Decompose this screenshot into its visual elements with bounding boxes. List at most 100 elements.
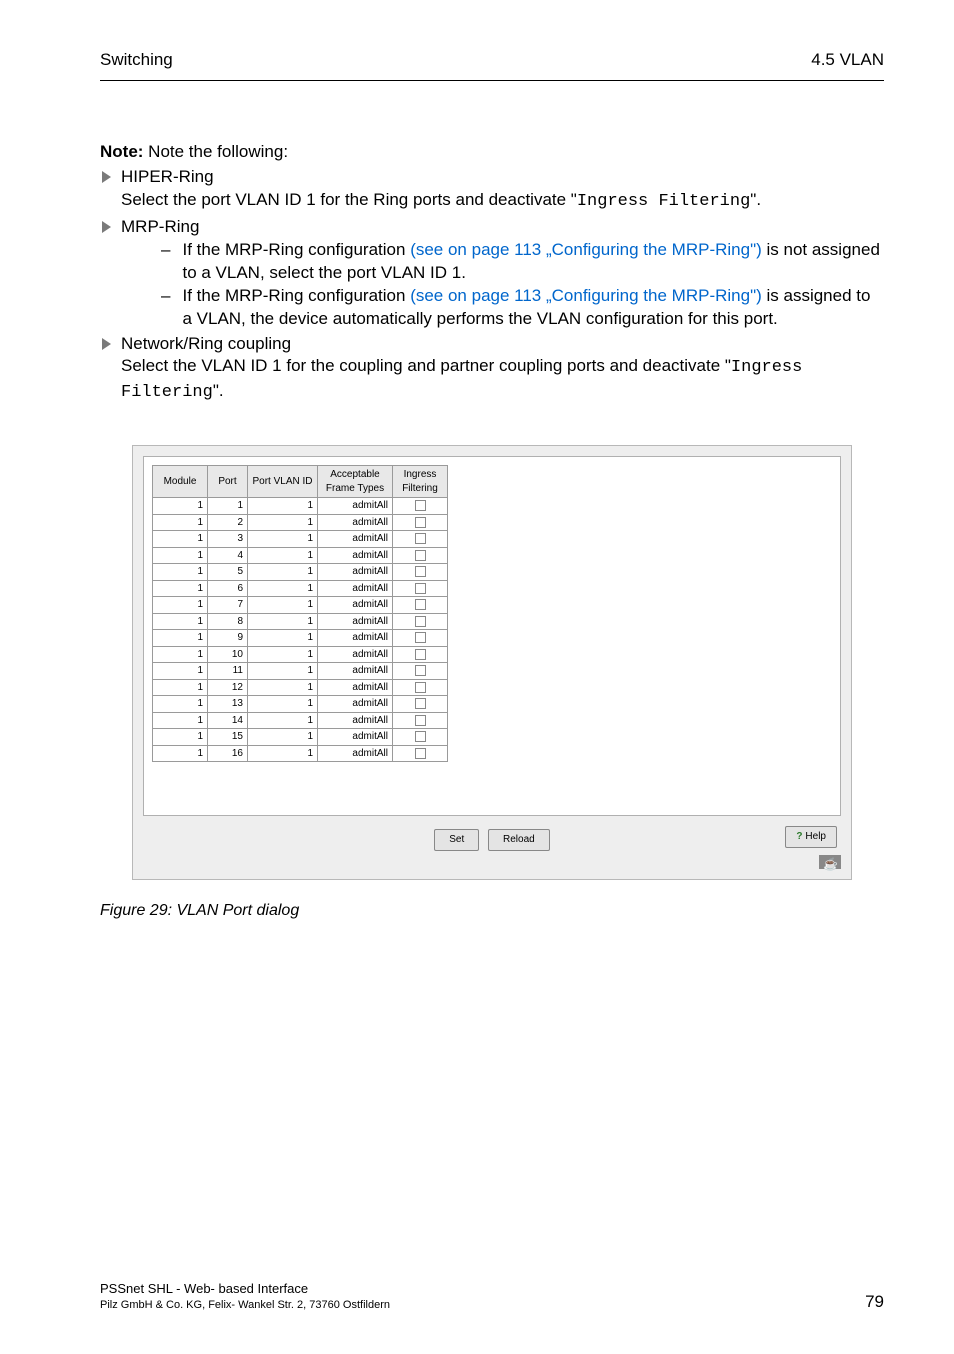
checkbox-icon[interactable] — [415, 533, 426, 544]
cell-frame-types[interactable]: admitAll — [318, 498, 393, 515]
cell-port[interactable]: 10 — [208, 646, 248, 663]
cell-module[interactable]: 1 — [153, 580, 208, 597]
cell-pvid[interactable]: 1 — [248, 514, 318, 531]
cell-module[interactable]: 1 — [153, 646, 208, 663]
cell-ingress-filtering[interactable] — [393, 679, 448, 696]
cell-pvid[interactable]: 1 — [248, 564, 318, 581]
link-mrp-1[interactable]: (see on page 113 „Configuring the MRP-Ri… — [410, 240, 762, 259]
cell-port[interactable]: 1 — [208, 498, 248, 515]
cell-frame-types[interactable]: admitAll — [318, 679, 393, 696]
cell-pvid[interactable]: 1 — [248, 646, 318, 663]
table-row[interactable]: 1121admitAll — [153, 679, 448, 696]
checkbox-icon[interactable] — [415, 748, 426, 759]
cell-port[interactable]: 5 — [208, 564, 248, 581]
cell-pvid[interactable]: 1 — [248, 729, 318, 746]
reload-button[interactable]: Reload — [488, 829, 550, 851]
cell-frame-types[interactable]: admitAll — [318, 531, 393, 548]
table-row[interactable]: 121admitAll — [153, 514, 448, 531]
cell-pvid[interactable]: 1 — [248, 630, 318, 647]
table-row[interactable]: 161admitAll — [153, 580, 448, 597]
cell-pvid[interactable]: 1 — [248, 597, 318, 614]
cell-module[interactable]: 1 — [153, 745, 208, 762]
table-row[interactable]: 181admitAll — [153, 613, 448, 630]
cell-port[interactable]: 14 — [208, 712, 248, 729]
table-row[interactable]: 1141admitAll — [153, 712, 448, 729]
cell-frame-types[interactable]: admitAll — [318, 564, 393, 581]
cell-module[interactable]: 1 — [153, 514, 208, 531]
th-pvid[interactable]: Port VLAN ID — [248, 466, 318, 498]
cell-pvid[interactable]: 1 — [248, 679, 318, 696]
checkbox-icon[interactable] — [415, 665, 426, 676]
checkbox-icon[interactable] — [415, 566, 426, 577]
th-frame-types[interactable]: Acceptable Frame Types — [318, 466, 393, 498]
cell-ingress-filtering[interactable] — [393, 630, 448, 647]
checkbox-icon[interactable] — [415, 550, 426, 561]
cell-ingress-filtering[interactable] — [393, 498, 448, 515]
checkbox-icon[interactable] — [415, 715, 426, 726]
cell-ingress-filtering[interactable] — [393, 729, 448, 746]
cell-frame-types[interactable]: admitAll — [318, 663, 393, 680]
cell-ingress-filtering[interactable] — [393, 745, 448, 762]
cell-ingress-filtering[interactable] — [393, 613, 448, 630]
cell-pvid[interactable]: 1 — [248, 547, 318, 564]
cell-module[interactable]: 1 — [153, 564, 208, 581]
cell-ingress-filtering[interactable] — [393, 580, 448, 597]
table-row[interactable]: 151admitAll — [153, 564, 448, 581]
cell-module[interactable]: 1 — [153, 696, 208, 713]
table-row[interactable]: 171admitAll — [153, 597, 448, 614]
cell-frame-types[interactable]: admitAll — [318, 696, 393, 713]
cell-module[interactable]: 1 — [153, 679, 208, 696]
cell-ingress-filtering[interactable] — [393, 646, 448, 663]
cell-ingress-filtering[interactable] — [393, 564, 448, 581]
cell-pvid[interactable]: 1 — [248, 498, 318, 515]
checkbox-icon[interactable] — [415, 517, 426, 528]
cell-module[interactable]: 1 — [153, 547, 208, 564]
cell-frame-types[interactable]: admitAll — [318, 547, 393, 564]
table-row[interactable]: 141admitAll — [153, 547, 448, 564]
checkbox-icon[interactable] — [415, 599, 426, 610]
th-module[interactable]: Module — [153, 466, 208, 498]
cell-frame-types[interactable]: admitAll — [318, 630, 393, 647]
cell-port[interactable]: 12 — [208, 679, 248, 696]
table-row[interactable]: 1151admitAll — [153, 729, 448, 746]
cell-ingress-filtering[interactable] — [393, 547, 448, 564]
cell-pvid[interactable]: 1 — [248, 531, 318, 548]
cell-ingress-filtering[interactable] — [393, 696, 448, 713]
cell-module[interactable]: 1 — [153, 597, 208, 614]
cell-pvid[interactable]: 1 — [248, 712, 318, 729]
cell-ingress-filtering[interactable] — [393, 712, 448, 729]
cell-port[interactable]: 6 — [208, 580, 248, 597]
cell-frame-types[interactable]: admitAll — [318, 646, 393, 663]
checkbox-icon[interactable] — [415, 698, 426, 709]
cell-ingress-filtering[interactable] — [393, 597, 448, 614]
cell-frame-types[interactable]: admitAll — [318, 580, 393, 597]
cell-pvid[interactable]: 1 — [248, 580, 318, 597]
cell-ingress-filtering[interactable] — [393, 531, 448, 548]
cell-frame-types[interactable]: admitAll — [318, 597, 393, 614]
cell-ingress-filtering[interactable] — [393, 514, 448, 531]
checkbox-icon[interactable] — [415, 583, 426, 594]
cell-module[interactable]: 1 — [153, 729, 208, 746]
cell-module[interactable]: 1 — [153, 613, 208, 630]
cell-module[interactable]: 1 — [153, 498, 208, 515]
table-row[interactable]: 1101admitAll — [153, 646, 448, 663]
cell-pvid[interactable]: 1 — [248, 663, 318, 680]
checkbox-icon[interactable] — [415, 682, 426, 693]
cell-port[interactable]: 16 — [208, 745, 248, 762]
cell-port[interactable]: 3 — [208, 531, 248, 548]
checkbox-icon[interactable] — [415, 632, 426, 643]
th-port[interactable]: Port — [208, 466, 248, 498]
table-row[interactable]: 131admitAll — [153, 531, 448, 548]
table-row[interactable]: 191admitAll — [153, 630, 448, 647]
cell-module[interactable]: 1 — [153, 630, 208, 647]
checkbox-icon[interactable] — [415, 616, 426, 627]
cell-frame-types[interactable]: admitAll — [318, 729, 393, 746]
cell-module[interactable]: 1 — [153, 663, 208, 680]
checkbox-icon[interactable] — [415, 649, 426, 660]
cell-port[interactable]: 7 — [208, 597, 248, 614]
cell-port[interactable]: 9 — [208, 630, 248, 647]
cell-pvid[interactable]: 1 — [248, 745, 318, 762]
table-row[interactable]: 111admitAll — [153, 498, 448, 515]
cell-pvid[interactable]: 1 — [248, 696, 318, 713]
cell-port[interactable]: 8 — [208, 613, 248, 630]
